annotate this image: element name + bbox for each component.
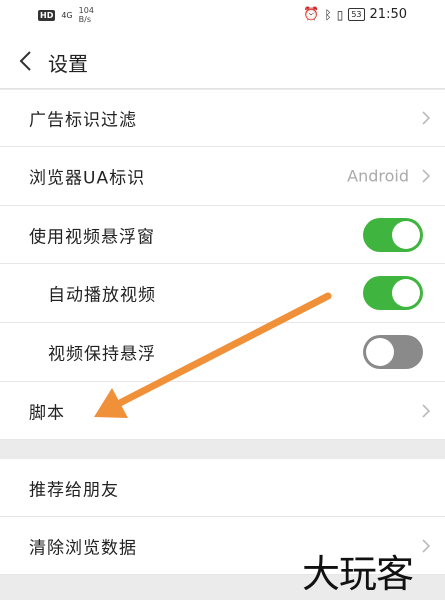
row-autoplay: 自动播放视频	[0, 264, 445, 323]
network-speed: 104 B/s	[78, 6, 94, 24]
row-video-float: 使用视频悬浮窗	[0, 206, 445, 264]
row-label: 脚本	[29, 403, 65, 423]
row-label: 清除浏览数据	[29, 538, 137, 558]
row-ad-filter[interactable]: 广告标识过滤	[0, 90, 445, 147]
row-recommend[interactable]: 推荐给朋友	[0, 459, 445, 517]
status-bar: HD 4G 104 B/s ⏰ ᛒ ▯ 53 21:50	[0, 0, 445, 32]
battery-icon: 53	[348, 8, 365, 21]
alarm-icon: ⏰	[303, 7, 320, 22]
vibrate-icon: ▯	[336, 7, 344, 22]
row-label: 使用视频悬浮窗	[29, 227, 155, 247]
watermark-logo: 大玩客	[302, 552, 414, 596]
keep-float-toggle[interactable]	[363, 335, 423, 369]
chevron-right-icon	[422, 403, 431, 418]
settings-header: 设置	[0, 32, 445, 89]
ua-value: Android	[347, 166, 409, 186]
row-label: 推荐给朋友	[29, 480, 119, 500]
row-label: 广告标识过滤	[29, 110, 137, 131]
chevron-right-icon	[422, 538, 431, 553]
hd-badge: HD	[38, 9, 56, 21]
signal-indicator: 4G	[61, 10, 73, 20]
bluetooth-icon: ᛒ	[324, 7, 332, 22]
row-script[interactable]: 脚本	[0, 382, 445, 440]
row-label: 自动播放视频	[48, 285, 156, 306]
row-label: 视频保持悬浮	[48, 344, 156, 365]
row-ua-identity[interactable]: 浏览器UA标识 Android	[0, 147, 445, 206]
video-float-toggle[interactable]	[363, 217, 423, 252]
row-label: 浏览器UA标识	[29, 168, 146, 189]
clock: 21:50	[369, 7, 407, 22]
autoplay-toggle[interactable]	[363, 276, 423, 310]
chevron-right-icon	[422, 111, 431, 125]
back-arrow-icon[interactable]	[18, 50, 32, 72]
page-title: 设置	[48, 52, 88, 76]
chevron-right-icon	[422, 169, 431, 183]
row-keep-float: 视频保持悬浮	[0, 323, 445, 382]
